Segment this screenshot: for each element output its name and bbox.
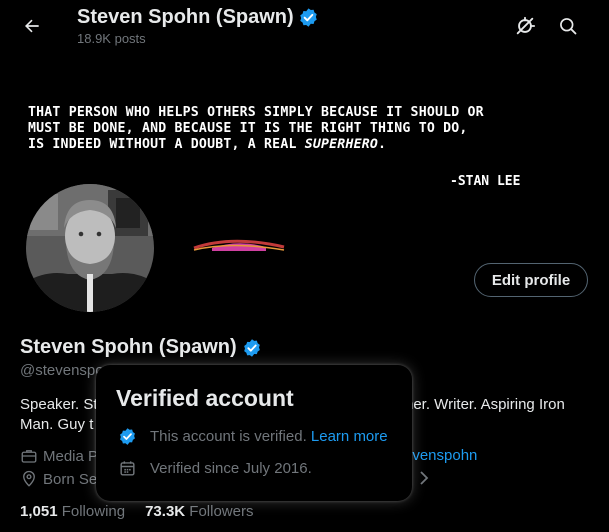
banner-quote: THAT PERSON WHO HELPS OTHERS SIMPLY BECA…	[28, 105, 588, 153]
back-arrow-icon	[22, 16, 42, 36]
follow-stats: 1,051 Following 73.3K Followers	[20, 503, 253, 520]
verified-popover: Verified account This account is verifie…	[96, 365, 412, 501]
verified-badge-icon[interactable]	[242, 338, 262, 358]
following-count: 1,051	[20, 503, 58, 520]
bio-line-1-end: her. Writer. Aspiring Iron	[405, 396, 565, 413]
quote-line-1: THAT PERSON WHO HELPS OTHERS SIMPLY BECA…	[28, 105, 484, 120]
mute-icon	[514, 15, 536, 37]
profile-birthplace: Born Se	[20, 470, 97, 488]
quote-hero-word: SUPERHERO	[304, 137, 379, 152]
verified-since-text: Verified since July 2016.	[150, 460, 312, 477]
calendar-icon	[118, 459, 137, 478]
briefcase-icon	[20, 447, 38, 465]
search-icon	[558, 16, 578, 36]
banner-art-fragment	[192, 238, 286, 252]
verified-badge-icon	[118, 427, 137, 446]
profile-name: Steven Spohn (Spawn)	[20, 336, 262, 359]
verified-status-row: This account is verified. Learn more	[118, 427, 388, 446]
quote-line-3: IS INDEED WITHOUT A DOUBT, A REAL SUPERH…	[28, 137, 588, 153]
quote-signature: -STAN LEE	[450, 174, 521, 189]
search-button[interactable]	[554, 12, 582, 40]
profile-handle: @stevenspo	[20, 362, 104, 379]
location-icon	[20, 470, 38, 488]
avatar[interactable]	[22, 180, 158, 316]
edit-profile-button[interactable]: Edit profile	[474, 263, 588, 297]
profile-name-text: Steven Spohn (Spawn)	[20, 336, 237, 358]
bio-line-2: Man. Guy t	[20, 416, 94, 433]
mute-button[interactable]	[511, 12, 539, 40]
popover-title: Verified account	[116, 385, 294, 411]
quote-line-3-text: IS INDEED WITHOUT A DOUBT, A REAL	[28, 137, 305, 152]
header-title: Steven Spohn (Spawn)	[77, 6, 319, 29]
born-text: Born Se	[43, 470, 98, 488]
profile-header: Steven Spohn (Spawn) 18.9K posts	[0, 0, 609, 53]
bio-line-1: Speaker. St	[20, 396, 98, 413]
profile-category: Media P	[20, 447, 98, 465]
post-count: 18.9K posts	[77, 31, 146, 46]
followers-count: 73.3K	[145, 503, 186, 520]
following-label: Following	[61, 503, 126, 520]
verified-text: This account is verified.	[150, 428, 307, 445]
learn-more-link[interactable]: Learn more	[311, 428, 388, 445]
quote-line-2: MUST BE DONE, AND BECAUSE IT IS THE RIGH…	[28, 121, 468, 136]
followers-label: Followers	[189, 503, 254, 520]
header-name: Steven Spohn (Spawn)	[77, 6, 294, 28]
website-link[interactable]: evenspohn	[404, 447, 477, 464]
back-button[interactable]	[16, 10, 48, 42]
verified-badge-icon[interactable]	[298, 7, 319, 28]
quote-end: .	[378, 137, 387, 152]
category-text: Media P	[43, 447, 99, 465]
following-link[interactable]: 1,051 Following	[20, 503, 125, 520]
verified-since-row: Verified since July 2016.	[118, 459, 312, 478]
chevron-right-icon	[418, 470, 430, 486]
followers-link[interactable]: 73.3K Followers	[145, 503, 253, 520]
